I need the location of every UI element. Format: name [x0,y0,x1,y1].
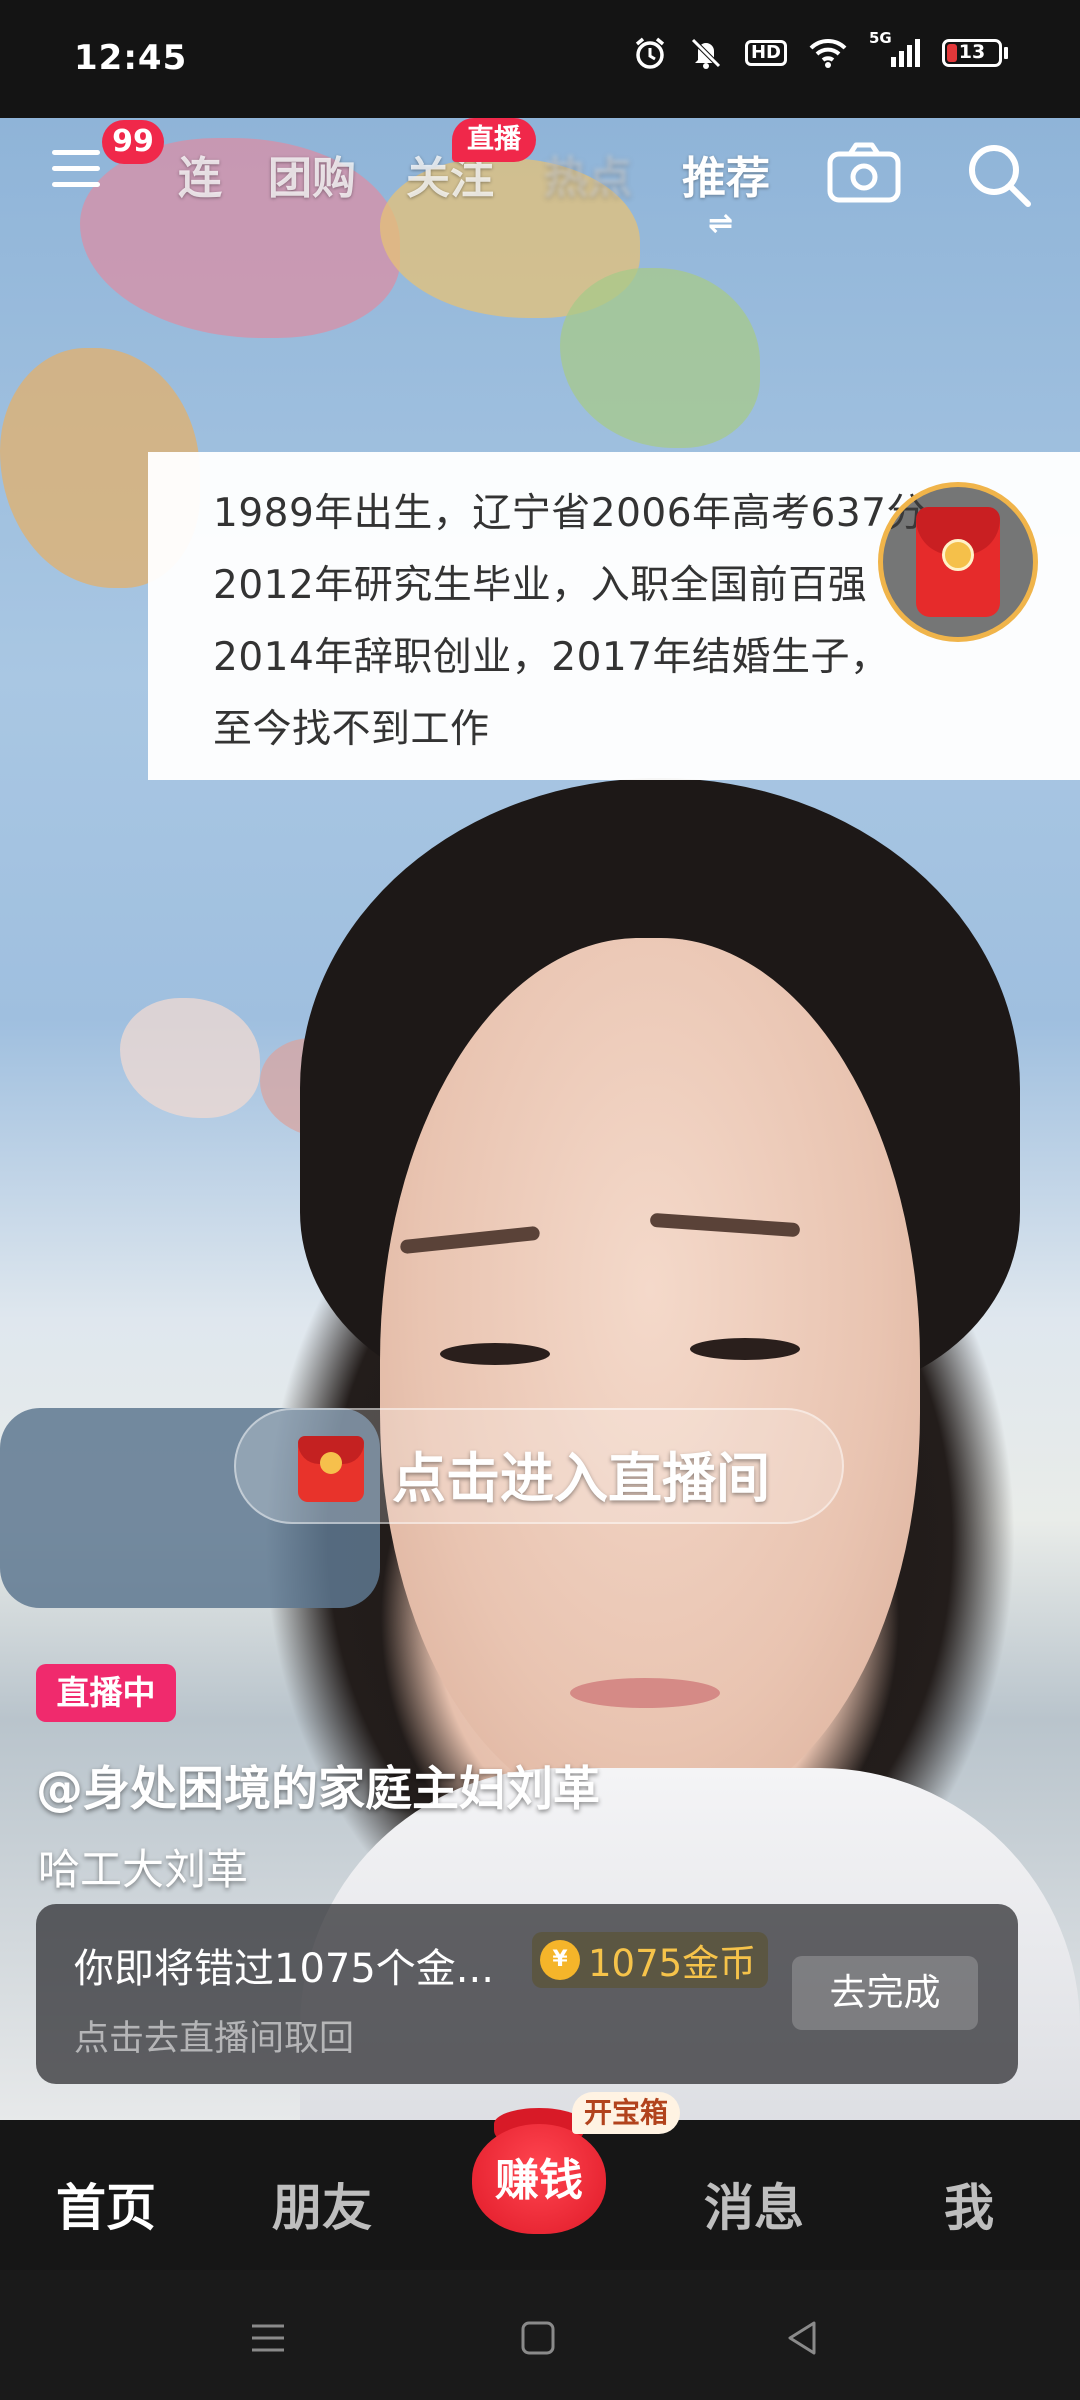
task-title: 你即将错过1075个金... [74,1946,494,1992]
status-bar: 12:45 HD 5G 13 [0,0,1080,118]
live-status-badge: 直播中 [36,1664,176,1722]
nav-messages[interactable]: 消息 [704,2168,804,2240]
host-subtitle: 哈工大刘革 [38,1845,249,1894]
task-subtitle: 点击去直播间取回 [74,2019,355,2059]
nav-home[interactable]: 首页 [56,2168,156,2240]
coin-amount: 1075金币 [588,1942,757,1985]
search-icon[interactable] [964,140,1034,210]
hd-icon: HD [744,40,787,66]
battery-icon: 13 [942,39,1008,67]
network-label: 5G [869,29,892,47]
nav-friends[interactable]: 朋友 [272,2168,372,2240]
tab-recommend[interactable]: 推荐 [682,142,770,206]
status-time: 12:45 [74,38,188,78]
enter-live-room-label: 点击进入直播间 [392,1447,770,1510]
red-envelope-icon [298,1436,364,1502]
treasure-chest-badge[interactable]: 开宝箱 [572,2092,681,2134]
live-video-preview[interactable] [0,118,1080,2120]
coin-task-card[interactable]: 你即将错过1075个金... ¥ 1075金币 点击去直播间取回 去完成 [36,1904,1018,2084]
menu-icon[interactable] [52,150,100,194]
menu-badge: 99 [102,120,164,164]
caption-line: 1989年出生，辽宁省2006年高考637分 [213,491,926,536]
back-icon[interactable] [782,2318,822,2358]
tab-city[interactable]: 连 [178,142,222,206]
battery-level: 13 [958,41,986,63]
host-name[interactable]: @身处困境的家庭主妇刘革 [36,1750,600,1819]
status-icons: HD 5G 13 [633,29,1008,70]
earn-money-label: 赚钱 [495,2155,583,2206]
home-icon[interactable] [518,2318,558,2358]
nav-me[interactable]: 我 [944,2168,994,2240]
wifi-icon [809,38,847,68]
coin-reward: ¥ 1075金币 [532,1932,769,1988]
red-packet-float-icon[interactable] [878,482,1038,642]
mute-icon [691,38,721,69]
system-nav-bar [0,2270,1080,2400]
caption-line: 至今找不到工作 [213,707,490,752]
caption-line: 2014年辞职创业，2017年结婚生子， [213,635,890,680]
enter-live-room-button[interactable]: 点击进入直播间 [234,1408,844,1524]
tab-switch-icon: ⇌ [708,206,734,241]
signal-icon: 5G [869,29,920,67]
tab-group-buy[interactable]: 团购 [268,142,356,206]
alarm-icon [635,37,665,69]
tab-hot[interactable]: 热点 [544,142,632,206]
complete-task-button[interactable]: 去完成 [792,1956,978,2030]
caption-line: 2012年研究生毕业，入职全国前百强 [213,563,868,608]
coin-icon: ¥ [540,1940,580,1980]
recent-apps-icon[interactable] [248,2318,288,2358]
follow-live-badge: 直播 [452,118,536,162]
camera-icon[interactable] [826,140,902,204]
